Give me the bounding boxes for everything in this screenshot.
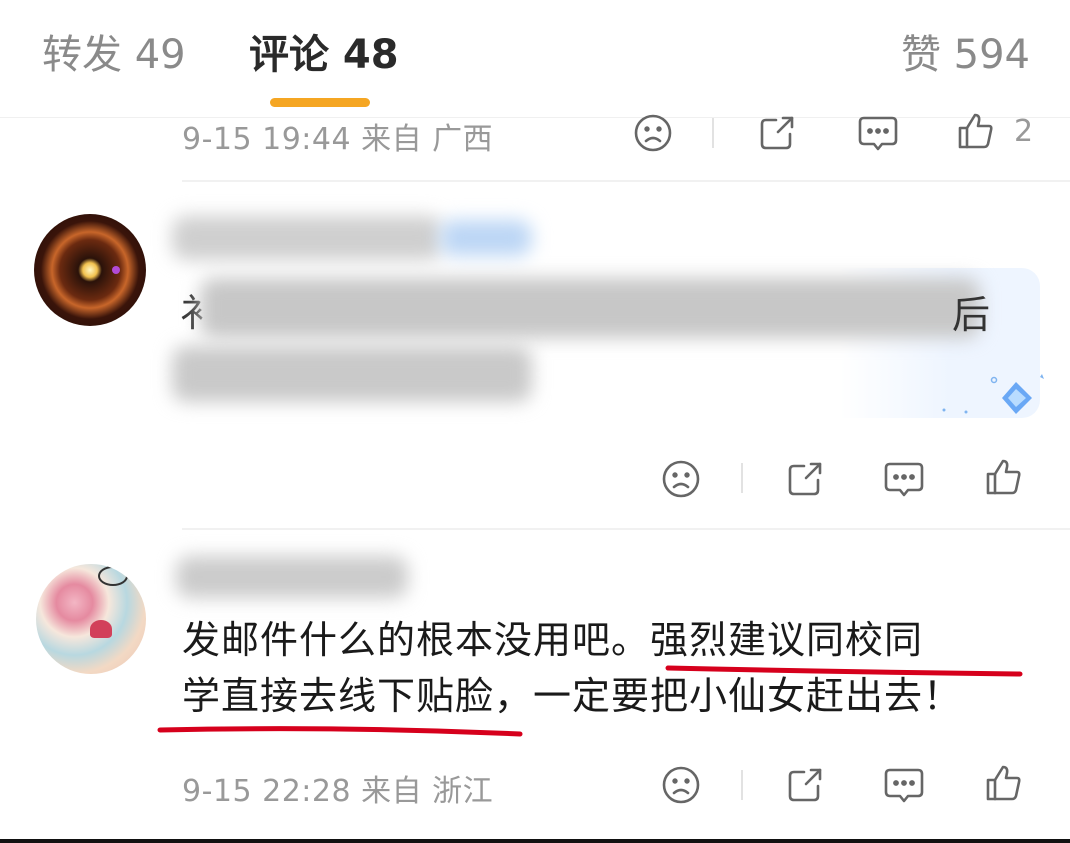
frown-face-icon: [634, 114, 672, 152]
blurred-comment-line-2: [172, 346, 532, 402]
like-button[interactable]: 2: [954, 110, 1033, 152]
comment-bubble-icon: [858, 116, 898, 151]
comment-text-fragment: 后: [952, 293, 991, 337]
header-divider: [0, 117, 1070, 118]
thumbs-up-icon: [958, 113, 993, 149]
share-icon: [788, 462, 822, 496]
red-underline-annotation: [665, 665, 1023, 677]
dislike-button[interactable]: [632, 112, 674, 154]
reply-button[interactable]: [882, 458, 926, 500]
action-separator: [741, 463, 743, 493]
comment-3-meta: 9-15 22:28 来自 浙江: [182, 774, 494, 809]
avatar[interactable]: [34, 214, 146, 326]
comment-bubble-icon: [884, 768, 924, 803]
thumbs-up-icon: [986, 459, 1021, 495]
share-icon: [788, 768, 822, 802]
diamond-badge-icon: [942, 374, 1044, 414]
reply-button[interactable]: [856, 112, 900, 154]
active-tab-indicator: [270, 98, 370, 107]
avatar[interactable]: [36, 564, 146, 674]
share-icon: [760, 116, 794, 150]
like-count: 2: [1014, 113, 1034, 149]
like-button[interactable]: [982, 762, 1024, 804]
frown-face-icon: [662, 460, 700, 498]
red-underline-annotation: [157, 726, 523, 737]
frown-face-icon: [662, 766, 700, 804]
blurred-badge: [440, 220, 532, 256]
avatar-detail: [112, 266, 120, 274]
bottom-edge: [0, 839, 1070, 843]
tab-repost[interactable]: 转发 49: [42, 30, 186, 80]
comment-divider: [182, 180, 1070, 182]
thumbs-up-icon: [986, 765, 1021, 801]
tab-comment[interactable]: 评论 48: [249, 30, 399, 80]
action-separator: [741, 770, 743, 800]
blurred-comment-line-1: [200, 278, 980, 338]
share-button[interactable]: [784, 764, 826, 806]
tab-bar: 转发 49 评论 48 赞 594: [0, 0, 1070, 118]
avatar-detail: [90, 620, 112, 638]
reply-button[interactable]: [882, 764, 926, 806]
dislike-button[interactable]: [660, 764, 702, 806]
comment-bubble-icon: [884, 462, 924, 497]
blurred-username: [176, 556, 408, 598]
comment-divider: [182, 528, 1070, 530]
dislike-button[interactable]: [660, 458, 702, 500]
share-button[interactable]: [756, 112, 798, 154]
tab-like[interactable]: 赞 594: [901, 30, 1030, 80]
comment-1-meta: 9-15 19:44 来自 广西: [182, 122, 494, 157]
like-button[interactable]: [982, 456, 1024, 498]
avatar-detail: [98, 566, 128, 586]
share-button[interactable]: [784, 458, 826, 500]
blurred-username: [172, 216, 442, 260]
action-separator: [712, 118, 714, 148]
